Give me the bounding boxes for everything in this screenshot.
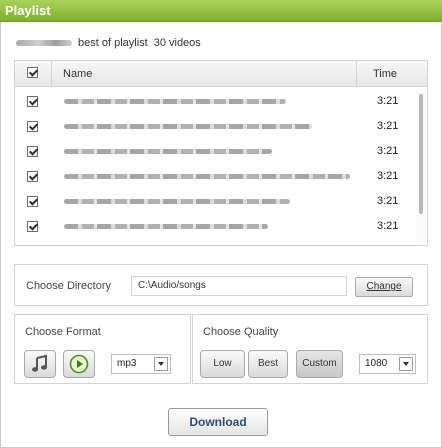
column-time[interactable]: Time — [373, 68, 397, 80]
blurred-track-name — [64, 199, 290, 204]
resolution-select-value: 1080 — [365, 358, 388, 369]
row-checkbox[interactable] — [27, 146, 38, 157]
table-row[interactable]: 3:21 — [15, 164, 415, 189]
column-name[interactable]: Name — [63, 68, 92, 80]
quality-low-button[interactable]: Low — [200, 350, 245, 378]
track-time: 3:21 — [377, 195, 399, 207]
track-time: 3:21 — [377, 145, 399, 157]
playlist-table: Name Time 3:21 3:21 3:21 3:21 3:21 3:21 — [14, 60, 428, 246]
row-checkbox[interactable] — [27, 121, 38, 132]
quality-best-button[interactable]: Best — [248, 350, 288, 378]
table-row[interactable]: 3:21 — [15, 114, 415, 139]
audio-format-button[interactable] — [24, 350, 56, 378]
format-select-value: mp3 — [117, 358, 137, 369]
quality-label: Choose Quality — [203, 326, 279, 338]
track-time: 3:21 — [377, 120, 399, 132]
table-header: Name Time — [15, 61, 427, 87]
table-row[interactable]: 3:21 — [15, 189, 415, 214]
resolution-select[interactable]: 1080 — [359, 354, 416, 374]
quality-panel: Choose Quality Low Best Custom 1080 — [192, 314, 428, 384]
video-format-button[interactable] — [63, 350, 95, 378]
table-row[interactable]: 3:21 — [15, 139, 415, 164]
scrollbar-thumb[interactable] — [419, 94, 423, 214]
blurred-owner-name — [16, 40, 72, 46]
list-scrollbar[interactable] — [416, 89, 426, 245]
window-title: Playlist — [0, 0, 442, 22]
blurred-track-name — [64, 224, 268, 229]
directory-path-field[interactable]: C:\Audio/songs — [131, 276, 347, 296]
play-circle-icon — [69, 354, 89, 374]
select-all-checkbox[interactable] — [27, 67, 38, 78]
blurred-track-name — [64, 99, 286, 104]
video-count: 30 videos — [153, 37, 201, 49]
track-time: 3:21 — [377, 220, 399, 232]
format-panel: Choose Format mp3 — [14, 314, 191, 384]
format-select[interactable]: mp3 — [111, 354, 171, 374]
track-list: 3:21 3:21 3:21 3:21 3:21 3:21 — [15, 89, 427, 245]
blurred-track-name — [64, 124, 312, 129]
blurred-track-name — [64, 149, 272, 154]
quality-custom-button[interactable]: Custom — [296, 350, 343, 378]
playlist-name: best of playlist — [78, 37, 148, 49]
row-checkbox[interactable] — [27, 221, 38, 232]
music-note-icon — [32, 354, 47, 372]
track-time: 3:21 — [377, 170, 399, 182]
directory-label: Choose Directory — [26, 280, 111, 292]
change-directory-button[interactable]: Change — [355, 277, 413, 297]
row-checkbox[interactable] — [27, 96, 38, 107]
table-row[interactable]: 3:21 — [15, 89, 415, 114]
track-time: 3:21 — [377, 95, 399, 107]
table-row[interactable]: 3:21 — [15, 214, 415, 239]
chevron-down-icon[interactable] — [399, 357, 413, 371]
chevron-down-icon[interactable] — [154, 357, 168, 371]
download-button[interactable]: Download — [168, 408, 268, 436]
row-checkbox[interactable] — [27, 196, 38, 207]
directory-panel: Choose Directory C:\Audio/songs Change — [14, 264, 428, 306]
row-checkbox[interactable] — [27, 171, 38, 182]
format-label: Choose Format — [25, 326, 101, 338]
playlist-summary: best of playlist 30 videos — [16, 35, 201, 51]
blurred-track-name — [64, 174, 350, 179]
